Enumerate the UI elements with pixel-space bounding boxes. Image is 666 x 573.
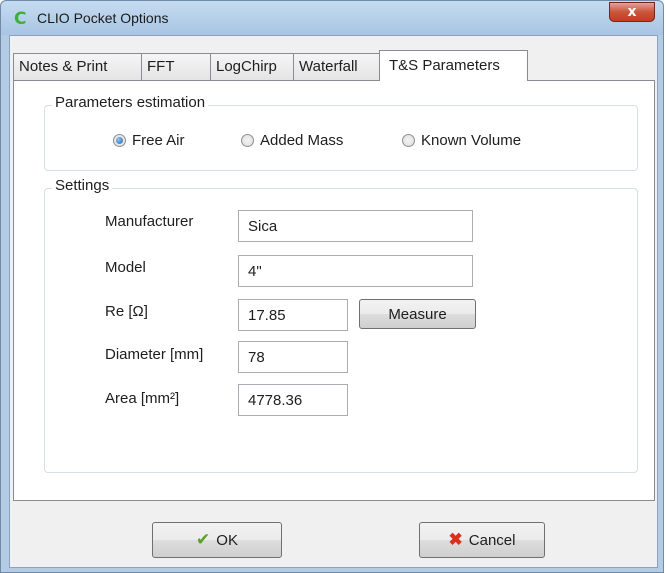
area-field[interactable]: 4778.36 xyxy=(238,384,348,416)
ts-parameters-panel: Parameters estimation Free Air Added Mas… xyxy=(13,80,655,501)
tab-logchirp[interactable]: LogChirp xyxy=(210,53,294,80)
close-button[interactable]: x xyxy=(609,2,655,22)
radio-known-volume[interactable]: Known Volume xyxy=(402,132,521,149)
tab-ts-parameters[interactable]: T&S Parameters xyxy=(379,50,528,81)
radio-free-air[interactable]: Free Air xyxy=(113,132,185,149)
close-icon: x xyxy=(627,4,637,20)
cancel-label: Cancel xyxy=(468,531,516,549)
ok-button[interactable]: ✔ OK xyxy=(152,522,282,558)
measure-button[interactable]: Measure xyxy=(359,299,476,329)
radio-label: Known Volume xyxy=(421,132,522,149)
area-label: Area [mm²] xyxy=(105,390,180,407)
title-bar[interactable]: C CLIO Pocket Options x xyxy=(1,1,663,35)
red-x-icon: ✖ xyxy=(448,530,463,549)
radio-unchecked-icon xyxy=(402,134,415,147)
window-title: CLIO Pocket Options xyxy=(37,10,169,26)
settings-group-label: Settings xyxy=(52,177,113,194)
radio-checked-icon xyxy=(113,134,126,147)
model-label: Model xyxy=(105,259,146,276)
tab-label: T&S Parameters xyxy=(389,57,500,74)
tab-label: Notes & Print xyxy=(19,58,108,75)
dialog-body: Notes & Print FFT LogChirp Waterfall T&S… xyxy=(9,35,658,568)
diameter-field[interactable]: 78 xyxy=(238,341,348,373)
radio-added-mass[interactable]: Added Mass xyxy=(241,132,343,149)
tab-label: FFT xyxy=(147,58,175,75)
radio-unchecked-icon xyxy=(241,134,254,147)
options-window: C CLIO Pocket Options x Notes & Print FF… xyxy=(0,0,664,573)
manufacturer-label: Manufacturer xyxy=(105,213,194,230)
tab-notes-print[interactable]: Notes & Print xyxy=(13,53,142,80)
tab-fft[interactable]: FFT xyxy=(141,53,211,80)
tab-label: Waterfall xyxy=(299,58,358,75)
re-label: Re [Ω] xyxy=(105,303,148,320)
area-value: 4778.36 xyxy=(248,392,303,409)
manufacturer-field[interactable]: Sica xyxy=(238,210,473,242)
diameter-value: 78 xyxy=(248,349,265,366)
re-value: 17.85 xyxy=(248,307,286,324)
cancel-button[interactable]: ✖ Cancel xyxy=(419,522,545,558)
re-field[interactable]: 17.85 xyxy=(238,299,348,331)
ok-label: OK xyxy=(216,531,238,549)
tab-waterfall[interactable]: Waterfall xyxy=(293,53,380,80)
diameter-label: Diameter [mm] xyxy=(105,346,204,363)
manufacturer-value: Sica xyxy=(248,218,278,235)
radio-label: Added Mass xyxy=(260,132,344,149)
checkmark-icon: ✔ xyxy=(196,530,211,549)
estimation-group-label: Parameters estimation xyxy=(52,94,209,111)
model-field[interactable]: 4" xyxy=(238,255,473,287)
radio-label: Free Air xyxy=(132,132,185,149)
model-value: 4" xyxy=(248,263,262,280)
measure-label: Measure xyxy=(388,305,447,323)
tab-label: LogChirp xyxy=(216,58,277,75)
clio-c-icon: C xyxy=(14,9,27,29)
